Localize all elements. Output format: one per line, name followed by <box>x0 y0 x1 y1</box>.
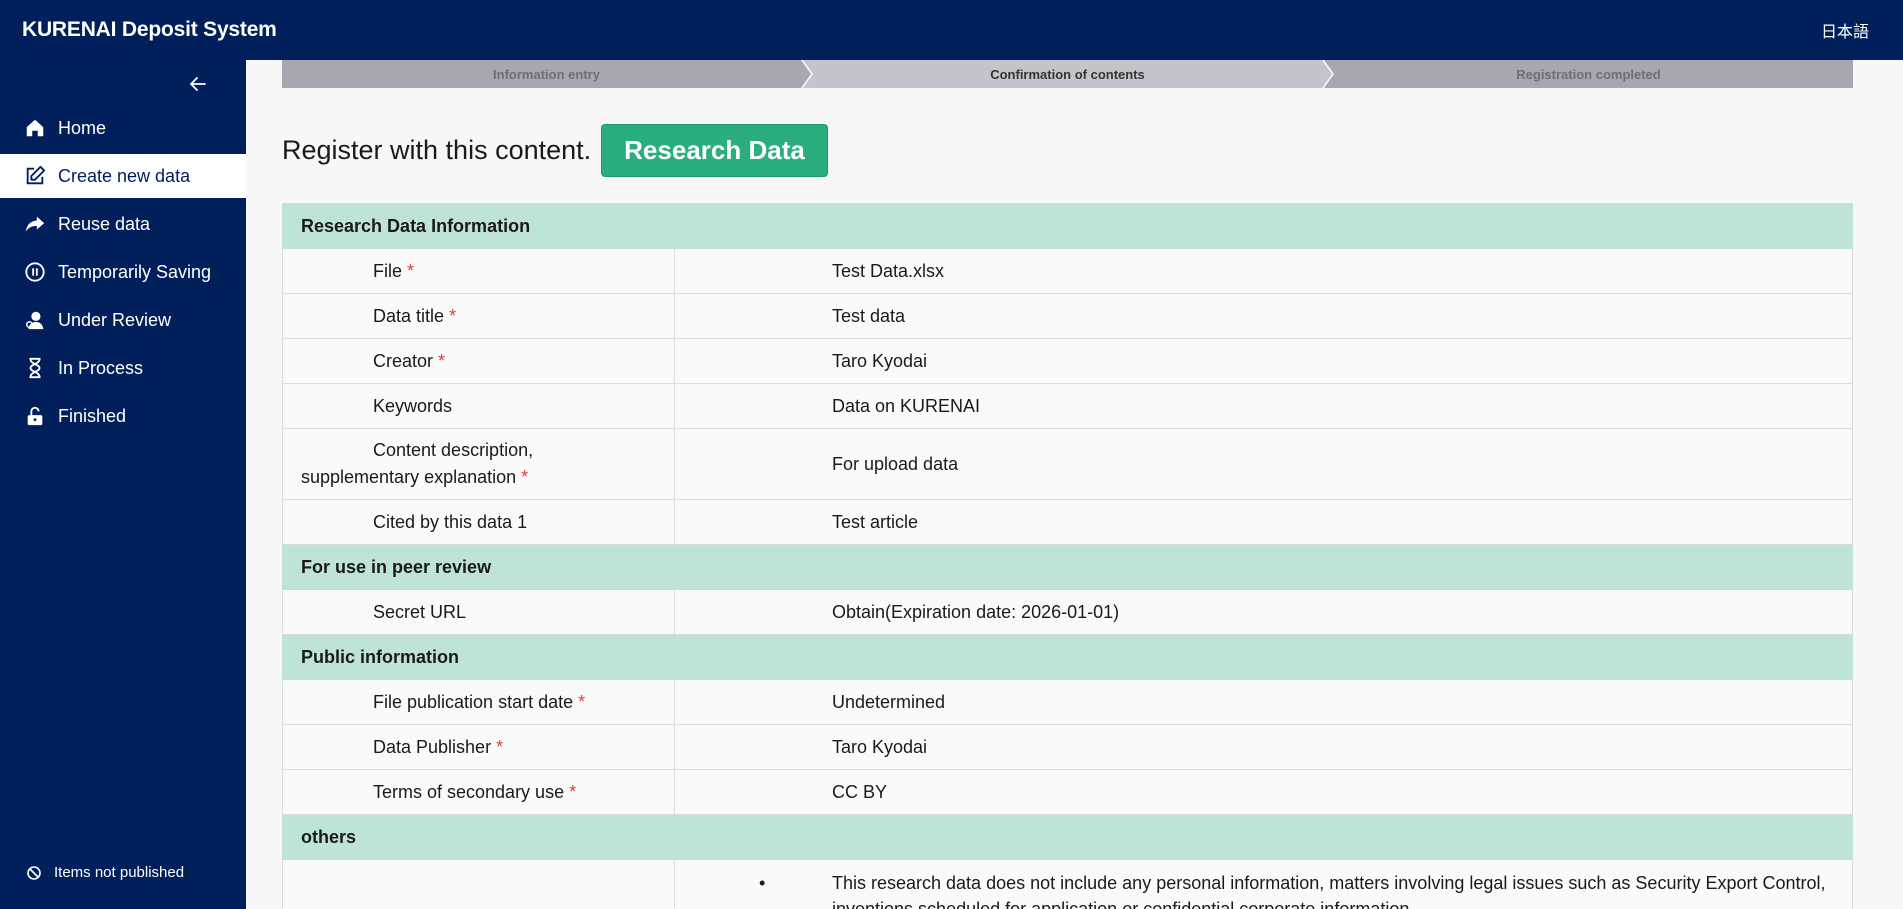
table-row: Content description, supplementary expla… <box>282 428 1853 500</box>
table-row: File * Test Data.xlsx <box>282 248 1853 294</box>
sidebar-footer-label: Items not published <box>54 864 185 881</box>
sidebar-item-label: Under Review <box>58 309 172 330</box>
app-title[interactable]: KURENAI Deposit System <box>22 18 277 42</box>
required-mark: * <box>407 260 415 281</box>
hourglass-icon <box>22 355 48 381</box>
field-label: Secret URL <box>373 601 467 622</box>
section-title: Public information <box>282 634 1853 680</box>
field-label: Data title <box>373 305 445 326</box>
bullet-icon: • <box>759 873 766 893</box>
top-bar: KURENAI Deposit System 日本語 <box>0 0 1903 60</box>
table-row: Secret URL Obtain(Expiration date: 2026-… <box>282 589 1853 635</box>
field-value: Test data <box>674 293 1853 339</box>
sidebar-item-temporarily-saving[interactable]: Temporarily Saving <box>0 250 246 294</box>
field-value: Undetermined <box>674 679 1853 725</box>
section-title: For use in peer review <box>282 544 1853 590</box>
field-value: Taro Kyodai <box>674 724 1853 770</box>
table-row: • This research data does not include an… <box>282 859 1853 909</box>
field-label: Cited by this data 1 <box>373 511 528 532</box>
field-label: Creator <box>373 350 434 371</box>
sidebar-item-label: Home <box>58 117 107 138</box>
step-registration-completed: Registration completed <box>1324 60 1853 88</box>
field-label: Content description, supplementary expla… <box>301 440 534 487</box>
field-label: Data Publisher <box>373 736 492 757</box>
not-published-icon <box>26 865 42 881</box>
section-header-row: Public information <box>282 634 1853 680</box>
field-value: Data on KURENAI <box>674 383 1853 429</box>
field-value: For upload data <box>674 428 1853 500</box>
confirmation-table: Research Data Information File * Test Da… <box>282 203 1853 909</box>
field-value: Test article <box>674 499 1853 545</box>
language-switch-link[interactable]: 日本語 <box>1821 18 1869 42</box>
field-value: CC BY <box>674 769 1853 815</box>
sidebar-item-label: Temporarily Saving <box>58 261 212 282</box>
section-title: Research Data Information <box>282 203 1853 249</box>
table-row: Terms of secondary use * CC BY <box>282 769 1853 815</box>
sidebar-item-label: Reuse data <box>58 213 151 234</box>
page-heading: Register with this content. Research Dat… <box>282 124 828 177</box>
sidebar-item-create-new-data[interactable]: Create new data <box>0 154 246 198</box>
unlock-icon <box>22 403 48 429</box>
section-title: others <box>282 814 1853 860</box>
required-mark: * <box>438 350 446 371</box>
home-icon <box>22 115 48 141</box>
field-value: Obtain(Expiration date: 2026-01-01) <box>674 589 1853 635</box>
sidebar-item-label: In Process <box>58 357 144 378</box>
required-mark: * <box>496 736 504 757</box>
arrow-left-icon <box>190 77 206 91</box>
declaration-text: This research data does not include any … <box>832 873 1826 909</box>
sidebar-item-label: Finished <box>58 405 127 426</box>
pause-circle-icon <box>22 259 48 285</box>
edit-icon <box>22 163 48 189</box>
section-header-row: For use in peer review <box>282 544 1853 590</box>
field-label: Terms of secondary use <box>373 781 565 802</box>
field-label: File publication start date <box>373 691 574 712</box>
sidebar-item-under-review[interactable]: Under Review <box>0 298 246 342</box>
page-title: Register with this content. <box>282 135 592 165</box>
section-header-row: Research Data Information <box>282 203 1853 249</box>
required-mark: * <box>521 467 529 487</box>
main-content: Information entry Confirmation of conten… <box>246 60 1903 909</box>
field-label: File <box>373 260 403 281</box>
table-row: File publication start date * Undetermin… <box>282 679 1853 725</box>
sidebar-item-items-not-published[interactable]: Items not published <box>26 864 184 881</box>
sidebar-item-in-process[interactable]: In Process <box>0 346 246 390</box>
required-mark: * <box>569 781 577 802</box>
sidebar: Home Create new data Reuse data Temporar… <box>0 60 246 909</box>
step-confirmation-of-contents: Confirmation of contents <box>803 60 1332 88</box>
field-value: Taro Kyodai <box>674 338 1853 384</box>
sidebar-item-reuse-data[interactable]: Reuse data <box>0 202 246 246</box>
required-mark: * <box>449 305 457 326</box>
table-row: Data title * Test data <box>282 293 1853 339</box>
section-header-row: others <box>282 814 1853 860</box>
field-label: Keywords <box>373 395 453 416</box>
table-row: Creator * Taro Kyodai <box>282 338 1853 384</box>
share-arrow-icon <box>22 211 48 237</box>
data-type-badge: Research Data <box>601 124 828 177</box>
progress-stepper: Information entry Confirmation of conten… <box>282 60 1853 88</box>
reviewer-icon <box>22 307 48 333</box>
sidebar-item-finished[interactable]: Finished <box>0 394 246 438</box>
table-row: Keywords Data on KURENAI <box>282 383 1853 429</box>
sidebar-item-home[interactable]: Home <box>0 106 246 150</box>
required-mark: * <box>578 691 586 712</box>
step-information-entry: Information entry <box>282 60 811 88</box>
table-row: Cited by this data 1 Test article <box>282 499 1853 545</box>
collapse-sidebar-button[interactable] <box>184 70 212 98</box>
table-row: Data Publisher * Taro Kyodai <box>282 724 1853 770</box>
field-value: Test Data.xlsx <box>674 248 1853 294</box>
sidebar-item-label: Create new data <box>58 165 191 186</box>
sidebar-nav: Home Create new data Reuse data Temporar… <box>0 106 246 442</box>
